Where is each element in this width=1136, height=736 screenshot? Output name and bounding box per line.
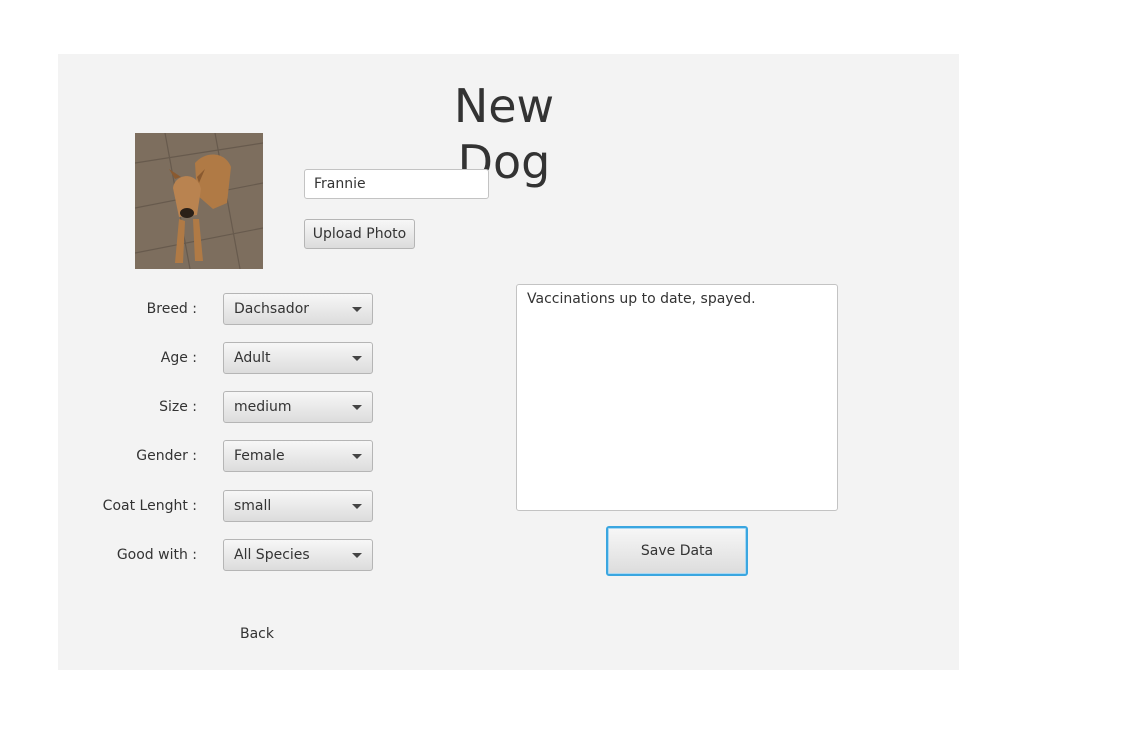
back-link[interactable]: Back: [240, 626, 274, 642]
upload-photo-button[interactable]: Upload Photo: [304, 219, 415, 249]
coat-length-select-value: small: [234, 498, 272, 514]
gender-label: Gender :: [136, 448, 197, 464]
age-select[interactable]: Adult: [223, 342, 373, 374]
age-label: Age :: [160, 350, 197, 366]
chevron-down-icon: [352, 552, 362, 558]
dog-photo: [135, 133, 263, 269]
age-select-value: Adult: [234, 350, 271, 366]
good-with-label: Good with :: [116, 547, 197, 563]
gender-select-value: Female: [234, 448, 285, 464]
size-select-value: medium: [234, 399, 292, 415]
save-data-button[interactable]: Save Data: [606, 526, 748, 576]
notes-textarea[interactable]: Vaccinations up to date, spayed.: [516, 284, 838, 511]
chevron-down-icon: [352, 355, 362, 361]
breed-label: Breed :: [146, 301, 197, 317]
size-select[interactable]: medium: [223, 391, 373, 423]
size-label: Size :: [159, 399, 197, 415]
gender-select[interactable]: Female: [223, 440, 373, 472]
coat-length-label: Coat Lenght :: [102, 498, 197, 514]
good-with-select-value: All Species: [234, 547, 310, 563]
chevron-down-icon: [352, 453, 362, 459]
chevron-down-icon: [352, 404, 362, 410]
chevron-down-icon: [352, 503, 362, 509]
breed-select[interactable]: Dachsador: [223, 293, 373, 325]
breed-select-value: Dachsador: [234, 301, 310, 317]
good-with-select[interactable]: All Species: [223, 539, 373, 571]
chevron-down-icon: [352, 306, 362, 312]
coat-length-select[interactable]: small: [223, 490, 373, 522]
dog-name-input[interactable]: [304, 169, 489, 199]
